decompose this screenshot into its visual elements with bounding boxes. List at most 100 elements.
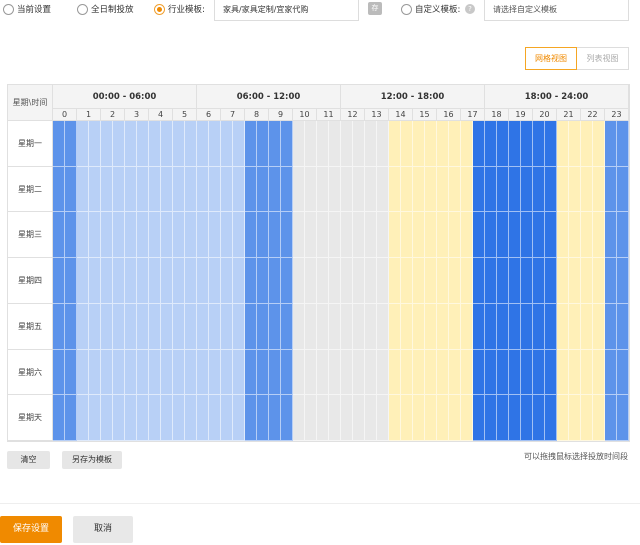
time-slot-cell[interactable] (485, 395, 497, 441)
time-slot-cell[interactable] (377, 212, 389, 259)
day-label[interactable]: 星期一 (8, 121, 53, 167)
time-slot-cell[interactable] (341, 258, 353, 304)
time-slot-cell[interactable] (197, 349, 209, 396)
time-slot-cell[interactable] (581, 395, 593, 441)
time-slot-cell[interactable] (533, 121, 545, 167)
time-slot-cell[interactable] (545, 395, 557, 441)
time-slot-cell[interactable] (449, 121, 461, 167)
hour-header[interactable]: 3 (125, 109, 149, 121)
time-slot-cell[interactable] (89, 303, 101, 350)
hour-header[interactable]: 2 (101, 109, 125, 121)
time-slot-cell[interactable] (77, 212, 89, 259)
time-slot-cell[interactable] (569, 212, 581, 259)
time-slot-cell[interactable] (161, 258, 173, 304)
time-slot-cell[interactable] (101, 258, 113, 304)
time-slot-cell[interactable] (137, 212, 149, 259)
time-slot-cell[interactable] (173, 349, 185, 396)
time-slot-cell[interactable] (125, 212, 137, 259)
time-slot-cell[interactable] (209, 303, 221, 350)
time-slot-cell[interactable] (281, 212, 293, 259)
time-slot-cell[interactable] (533, 395, 545, 441)
time-slot-cell[interactable] (197, 121, 209, 167)
time-slot-cell[interactable] (173, 166, 185, 213)
time-slot-cell[interactable] (509, 395, 521, 441)
time-slot-cell[interactable] (197, 212, 209, 259)
time-slot-cell[interactable] (317, 395, 329, 441)
time-slot-cell[interactable] (149, 395, 161, 441)
time-slot-cell[interactable] (101, 166, 113, 213)
time-slot-cell[interactable] (617, 395, 629, 441)
time-slot-cell[interactable] (473, 303, 485, 350)
time-slot-cell[interactable] (605, 258, 617, 304)
time-slot-cell[interactable] (209, 166, 221, 213)
time-slot-cell[interactable] (485, 212, 497, 259)
time-slot-cell[interactable] (485, 349, 497, 396)
time-slot-cell[interactable] (521, 349, 533, 396)
time-slot-cell[interactable] (221, 303, 233, 350)
time-slot-cell[interactable] (353, 166, 365, 213)
time-slot-cell[interactable] (389, 166, 401, 213)
help-icon[interactable]: ? (465, 4, 475, 14)
time-slot-cell[interactable] (233, 303, 245, 350)
time-slot-cell[interactable] (65, 212, 77, 259)
hour-header[interactable]: 21 (557, 109, 581, 121)
industry-template-select[interactable]: 家具/家具定制/宜家代购 (214, 0, 359, 21)
time-slot-cell[interactable] (209, 121, 221, 167)
day-label[interactable]: 星期二 (8, 166, 53, 213)
time-slot-cell[interactable] (77, 258, 89, 304)
hour-header[interactable]: 15 (413, 109, 437, 121)
time-slot-cell[interactable] (317, 121, 329, 167)
time-slot-cell[interactable] (569, 166, 581, 213)
time-slot-cell[interactable] (401, 121, 413, 167)
time-slot-cell[interactable] (377, 166, 389, 213)
time-slot-cell[interactable] (521, 212, 533, 259)
time-slot-cell[interactable] (101, 303, 113, 350)
time-slot-cell[interactable] (569, 121, 581, 167)
time-slot-cell[interactable] (125, 303, 137, 350)
time-slot-cell[interactable] (437, 258, 449, 304)
time-slot-cell[interactable] (269, 258, 281, 304)
time-slot-cell[interactable] (113, 395, 125, 441)
time-slot-cell[interactable] (233, 258, 245, 304)
time-slot-cell[interactable] (545, 258, 557, 304)
time-slot-cell[interactable] (557, 121, 569, 167)
time-slot-cell[interactable] (545, 121, 557, 167)
time-slot-cell[interactable] (449, 303, 461, 350)
time-slot-cell[interactable] (341, 212, 353, 259)
time-slot-cell[interactable] (233, 395, 245, 441)
time-slot-cell[interactable] (77, 303, 89, 350)
time-slot-cell[interactable] (89, 258, 101, 304)
radio-current-settings[interactable]: 当前设置 (3, 2, 51, 16)
time-slot-cell[interactable] (353, 303, 365, 350)
time-slot-cell[interactable] (137, 349, 149, 396)
time-slot-cell[interactable] (305, 166, 317, 213)
time-slot-cell[interactable] (53, 395, 65, 441)
time-slot-cell[interactable] (545, 212, 557, 259)
time-slot-cell[interactable] (593, 121, 605, 167)
time-slot-cell[interactable] (317, 303, 329, 350)
time-slot-cell[interactable] (269, 303, 281, 350)
time-slot-cell[interactable] (161, 303, 173, 350)
time-slot-cell[interactable] (173, 395, 185, 441)
time-slot-cell[interactable] (137, 121, 149, 167)
time-slot-cell[interactable] (389, 395, 401, 441)
time-slot-cell[interactable] (269, 349, 281, 396)
time-slot-cell[interactable] (293, 303, 305, 350)
time-slot-cell[interactable] (89, 166, 101, 213)
time-slot-cell[interactable] (413, 212, 425, 259)
time-slot-cell[interactable] (341, 395, 353, 441)
time-slot-cell[interactable] (341, 349, 353, 396)
time-slot-cell[interactable] (329, 303, 341, 350)
hour-header[interactable]: 14 (389, 109, 413, 121)
time-slot-cell[interactable] (425, 121, 437, 167)
time-slot-cell[interactable] (233, 166, 245, 213)
time-slot-cell[interactable] (365, 166, 377, 213)
time-slot-cell[interactable] (53, 121, 65, 167)
time-slot-cell[interactable] (245, 395, 257, 441)
time-slot-cell[interactable] (605, 349, 617, 396)
time-slot-cell[interactable] (521, 303, 533, 350)
time-slot-cell[interactable] (497, 212, 509, 259)
time-slot-cell[interactable] (377, 349, 389, 396)
time-slot-cell[interactable] (569, 349, 581, 396)
time-slot-cell[interactable] (365, 303, 377, 350)
